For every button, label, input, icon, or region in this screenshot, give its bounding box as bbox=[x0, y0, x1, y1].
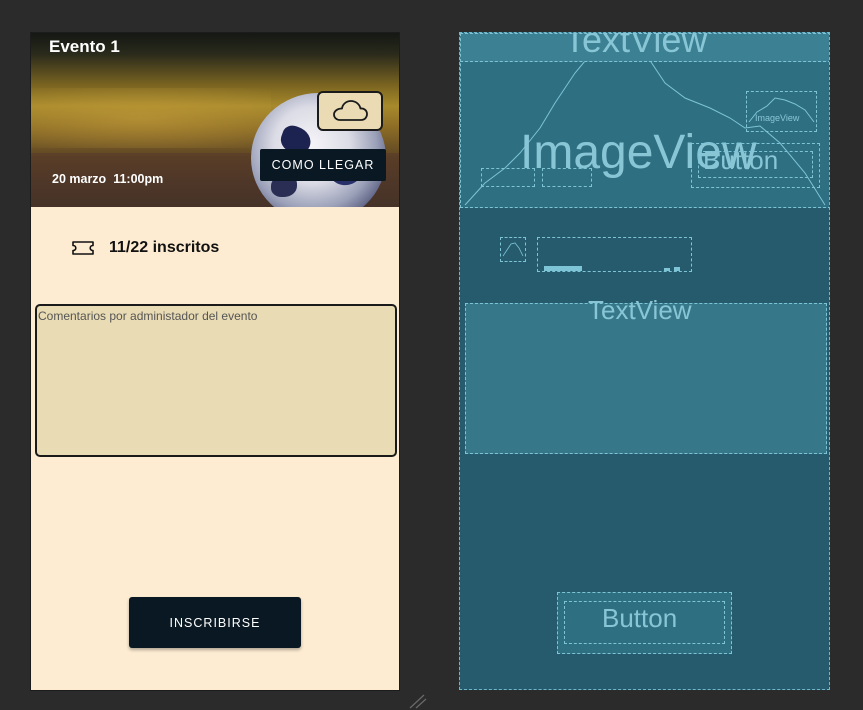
event-date: 20 marzo bbox=[52, 172, 107, 186]
directions-button[interactable]: COMO LLEGAR bbox=[260, 149, 386, 181]
blueprint-button-label: Button bbox=[703, 145, 779, 175]
cloud-icon bbox=[333, 100, 368, 121]
enrollment-row: 11/22 inscritos bbox=[71, 239, 219, 257]
event-datetime: 20 marzo 11:00pm bbox=[52, 172, 163, 186]
ticket-icon bbox=[72, 241, 94, 255]
blueprint-preview: TextView ImageView ImageView Button Text… bbox=[459, 32, 830, 690]
subscribe-button[interactable]: INSCRIBIRSE bbox=[129, 597, 301, 648]
blueprint-bottom-button-label: Button bbox=[602, 603, 678, 633]
blueprint-small-image-label: ImageView bbox=[755, 113, 800, 123]
event-title: Evento 1 bbox=[49, 37, 120, 56]
blueprint-ticket-imageview[interactable] bbox=[500, 237, 526, 262]
blueprint-comments-label: TextView bbox=[588, 295, 692, 325]
blueprint-date-textview[interactable] bbox=[481, 168, 535, 187]
enrolled-count: 11/22 inscritos bbox=[109, 239, 220, 256]
blueprint-title-label: TextView bbox=[564, 32, 708, 60]
event-time: 11:00pm bbox=[113, 172, 164, 186]
comments-placeholder: Comentarios por administador del evento bbox=[38, 309, 258, 323]
blueprint-weather-imageview[interactable] bbox=[746, 91, 817, 132]
resize-handle-icon[interactable] bbox=[408, 693, 428, 709]
weather-button[interactable] bbox=[317, 91, 383, 131]
blueprint-time-textview[interactable] bbox=[542, 168, 592, 187]
blueprint-enrolled-textview[interactable] bbox=[537, 237, 692, 272]
design-preview: Evento 1 20 marzo 11:00pm COMO LLEGAR 11/… bbox=[31, 33, 399, 690]
comments-box[interactable]: Comentarios por administador del evento bbox=[35, 304, 397, 457]
